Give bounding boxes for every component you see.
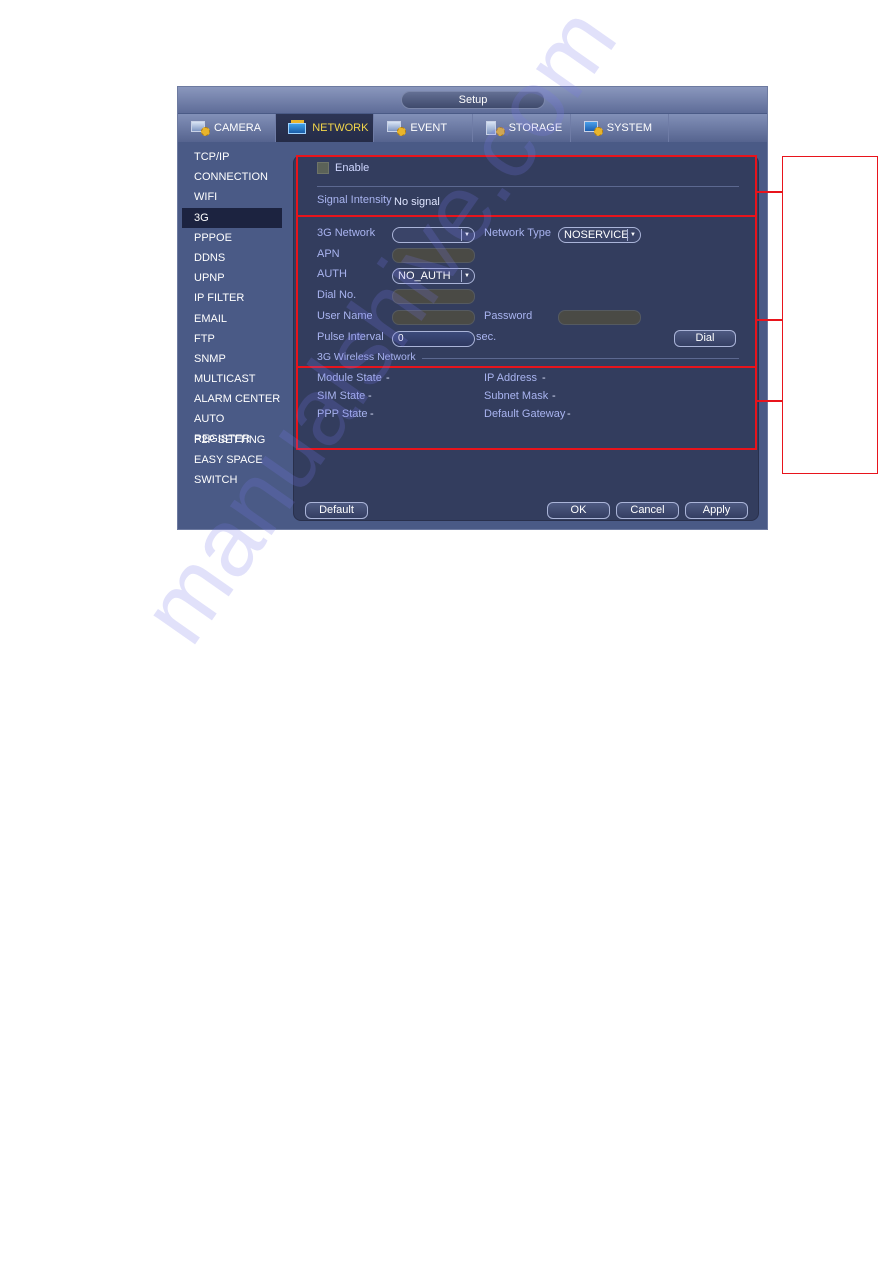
sidebar-item-auto-register[interactable]: AUTO REGISTER	[182, 409, 282, 445]
annotation-connector	[757, 319, 782, 321]
tab-label: EVENT	[410, 122, 448, 134]
annotation-connector	[757, 191, 782, 193]
tab-storage[interactable]: STORAGE	[473, 114, 571, 142]
tab-label: NETWORK	[312, 122, 369, 134]
sidebar-item-p2p-setting[interactable]: P2P SETTING	[182, 430, 282, 450]
sidebar-item-alarm-center[interactable]: ALARM CENTER	[182, 389, 282, 409]
ok-button[interactable]: OK	[547, 502, 610, 519]
cancel-button[interactable]: Cancel	[616, 502, 679, 519]
storage-gear-icon	[485, 120, 505, 136]
tab-network[interactable]: NETWORK	[276, 114, 375, 142]
event-gear-icon	[386, 120, 407, 136]
tab-camera[interactable]: CAMERA	[178, 114, 277, 142]
sidebar-item-email[interactable]: EMAIL	[182, 309, 282, 329]
sidebar-item-switch[interactable]: SWITCH	[182, 470, 282, 490]
main-tabs: CAMERA NETWORK EVENT STORAGE SYSTEM	[178, 114, 767, 142]
tab-system[interactable]: SYSTEM	[571, 114, 669, 142]
tab-empty	[669, 114, 767, 142]
annotation-callout-box	[782, 156, 878, 474]
sidebar-item-upnp[interactable]: UPNP	[182, 268, 282, 288]
sidebar-item-ip-filter[interactable]: IP FILTER	[182, 288, 282, 308]
sidebar-item-connection[interactable]: CONNECTION	[182, 167, 282, 187]
sidebar-item-ddns[interactable]: DDNS	[182, 248, 282, 268]
default-button[interactable]: Default	[305, 502, 368, 519]
annotation-box-enable-section	[296, 155, 757, 217]
system-gear-icon	[583, 120, 603, 136]
annotation-connector	[757, 400, 782, 402]
sidebar-item-tcpip[interactable]: TCP/IP	[182, 147, 282, 167]
tab-label: SYSTEM	[606, 122, 652, 134]
annotation-box-3g-config-section	[296, 215, 757, 368]
sidebar-item-multicast[interactable]: MULTICAST	[182, 369, 282, 389]
window-title: Setup	[401, 91, 545, 109]
annotation-box-wireless-status-section	[296, 366, 757, 450]
sidebar-item-easy-space[interactable]: EASY SPACE	[182, 450, 282, 470]
apply-button[interactable]: Apply	[685, 502, 748, 519]
sidebar-item-ftp[interactable]: FTP	[182, 329, 282, 349]
tab-label: STORAGE	[508, 122, 563, 134]
sidebar-item-snmp[interactable]: SNMP	[182, 349, 282, 369]
sidebar-item-3g[interactable]: 3G	[182, 207, 282, 228]
tab-label: CAMERA	[214, 122, 262, 134]
tab-event[interactable]: EVENT	[374, 114, 473, 142]
sidebar-item-pppoe[interactable]: PPPOE	[182, 228, 282, 248]
network-icon	[288, 120, 308, 136]
sidebar-item-wifi[interactable]: WIFI	[182, 187, 282, 207]
camera-gear-icon	[190, 120, 210, 136]
network-sidebar: TCP/IP CONNECTION WIFI 3G PPPOE DDNS UPN…	[182, 147, 282, 490]
title-bar: Setup	[178, 87, 767, 113]
